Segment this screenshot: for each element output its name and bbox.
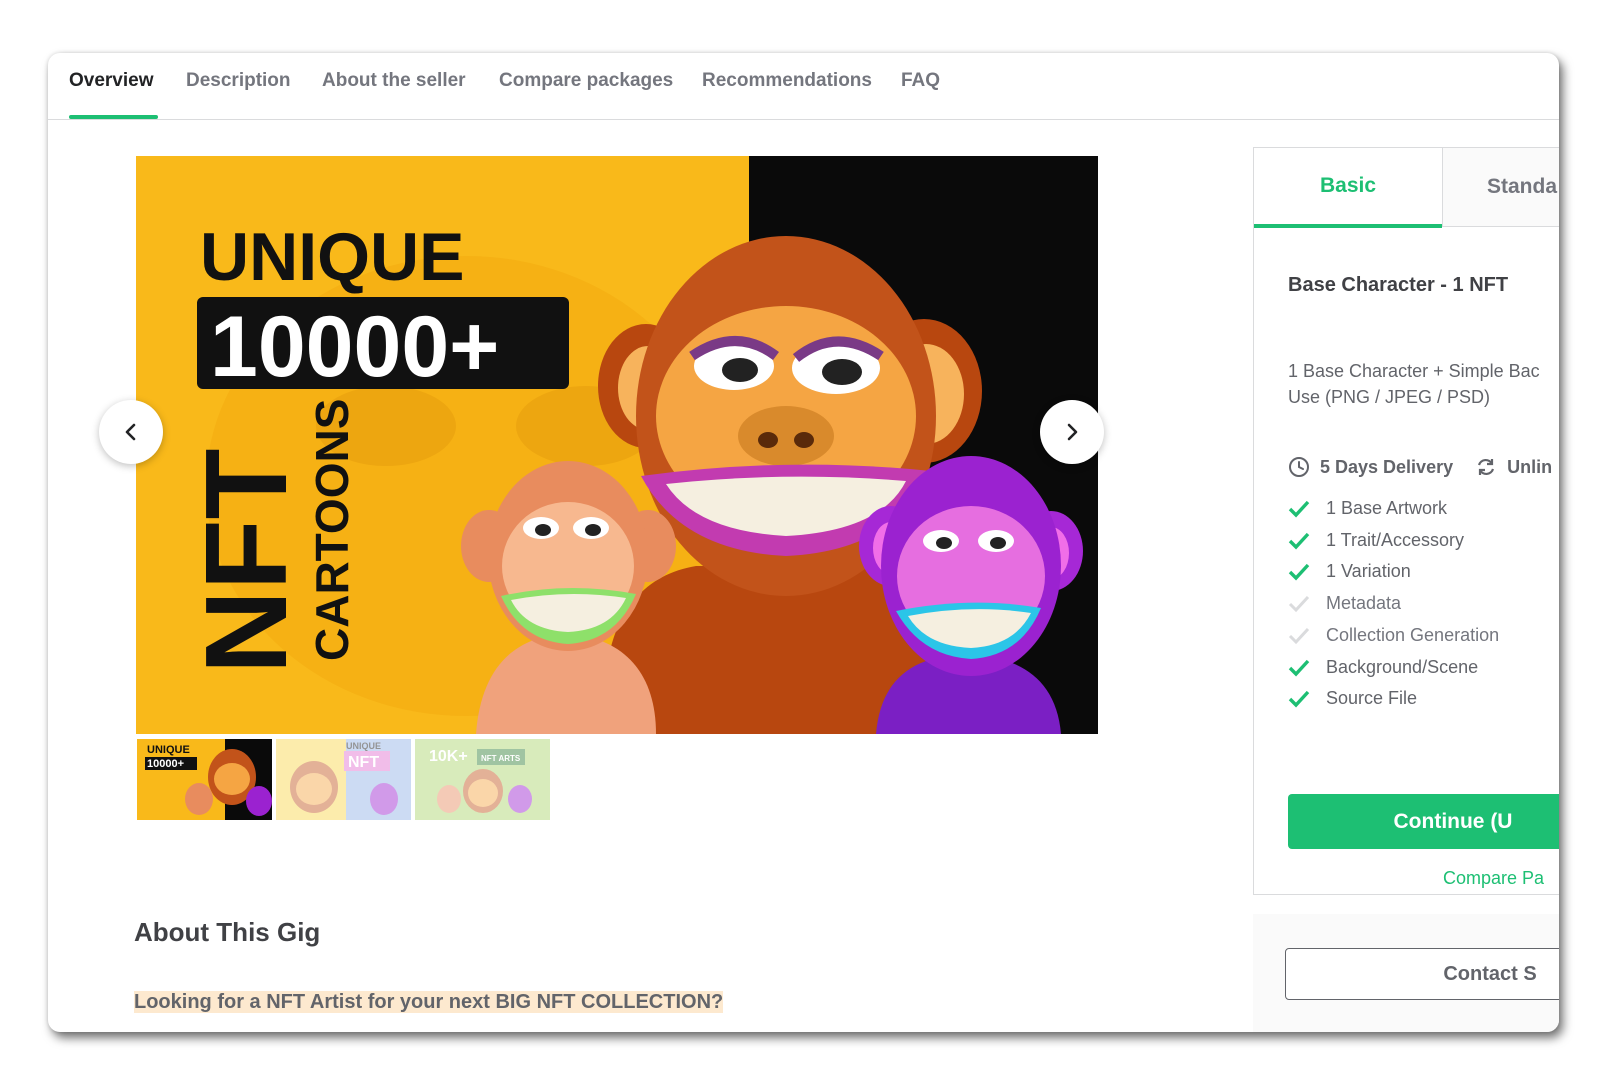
feature-row: Source File (1288, 688, 1417, 709)
feature-row: Background/Scene (1288, 657, 1478, 678)
about-gig-heading: About This Gig (134, 917, 321, 947)
feature-row: Metadata (1288, 593, 1401, 614)
delivery-time: 5 Days Delivery (1320, 456, 1454, 477)
package-delivery-row: 5 Days Delivery Unlin (1288, 456, 1552, 478)
continue-button[interactable]: Continue (U (1288, 794, 1559, 849)
package-title: Base Character - 1 NFT (1288, 274, 1509, 296)
check-icon (1288, 659, 1310, 676)
check-icon-disabled (1288, 595, 1310, 612)
tab-compare-packages[interactable]: Compare packages (499, 70, 673, 92)
gallery-main-image: UNIQUE 10000+ NFT CARTOONS (136, 156, 1098, 734)
gallery-thumbnail-3[interactable]: 10K+ NFT ARTS (415, 739, 550, 820)
gallery-prev-button[interactable] (99, 400, 163, 464)
about-gig-first-line: Looking for a NFT Artist for your next B… (134, 991, 724, 1014)
package-description: 1 Base Character + Simple Bac Use (PNG /… (1288, 361, 1540, 407)
check-icon (1288, 690, 1310, 707)
check-icon-disabled (1288, 627, 1310, 644)
refresh-icon (1478, 458, 1495, 476)
feature-row: 1 Trait/Accessory (1288, 530, 1464, 551)
check-icon (1288, 500, 1310, 517)
banner-count: 10000+ (210, 299, 499, 395)
chevron-left-icon (125, 423, 136, 441)
gig-page-window: Overview Description About the seller Co… (48, 53, 1559, 1032)
clock-icon (1289, 457, 1309, 477)
svg-text:UNIQUE: UNIQUE (346, 741, 381, 751)
contact-seller-area: Contact S (1253, 914, 1559, 1032)
tab-recommendations[interactable]: Recommendations (702, 70, 872, 92)
active-tab-indicator (69, 115, 158, 119)
svg-text:NFT: NFT (348, 754, 379, 771)
svg-text:10000+: 10000+ (147, 758, 184, 770)
svg-text:NFT ARTS: NFT ARTS (481, 754, 521, 763)
gig-nav-bar: Overview Description About the seller Co… (48, 53, 1559, 120)
banner-headline: UNIQUE (200, 219, 464, 295)
check-icon (1288, 532, 1310, 549)
revisions-count: Unlin (1507, 456, 1553, 477)
check-icon (1288, 563, 1310, 580)
chevron-right-icon (1067, 423, 1078, 441)
tab-description[interactable]: Description (186, 70, 291, 92)
contact-seller-button[interactable]: Contact S (1285, 948, 1559, 1000)
feature-row: 1 Variation (1288, 561, 1411, 582)
svg-text:UNIQUE: UNIQUE (147, 744, 190, 756)
feature-row: 1 Base Artwork (1288, 498, 1447, 519)
banner-big-word: NFT (181, 449, 311, 675)
gallery-thumbnail-1[interactable]: UNIQUE 10000+ (137, 739, 272, 820)
banner-sub-word: CARTOONS (306, 399, 358, 661)
gallery-thumbnail-2[interactable]: UNIQUE NFT (276, 739, 411, 820)
nft-cartoons-banner: UNIQUE 10000+ NFT CARTOONS (136, 156, 1098, 734)
tab-overview[interactable]: Overview (69, 70, 154, 92)
package-tab-basic[interactable]: Basic (1254, 148, 1442, 228)
package-card: Basic Standa Base Character - 1 NFT 1 Ba… (1253, 147, 1559, 895)
tab-faq[interactable]: FAQ (901, 70, 940, 92)
compare-packages-link[interactable]: Compare Pa (1443, 868, 1544, 889)
gallery-next-button[interactable] (1040, 400, 1104, 464)
highlighted-text: Looking for a NFT Artist for your next B… (134, 991, 724, 1013)
svg-text:10K+: 10K+ (429, 748, 468, 765)
feature-row: Collection Generation (1288, 625, 1499, 646)
tab-about-the-seller[interactable]: About the seller (322, 70, 466, 92)
package-tab-standard[interactable]: Standa (1442, 148, 1559, 227)
